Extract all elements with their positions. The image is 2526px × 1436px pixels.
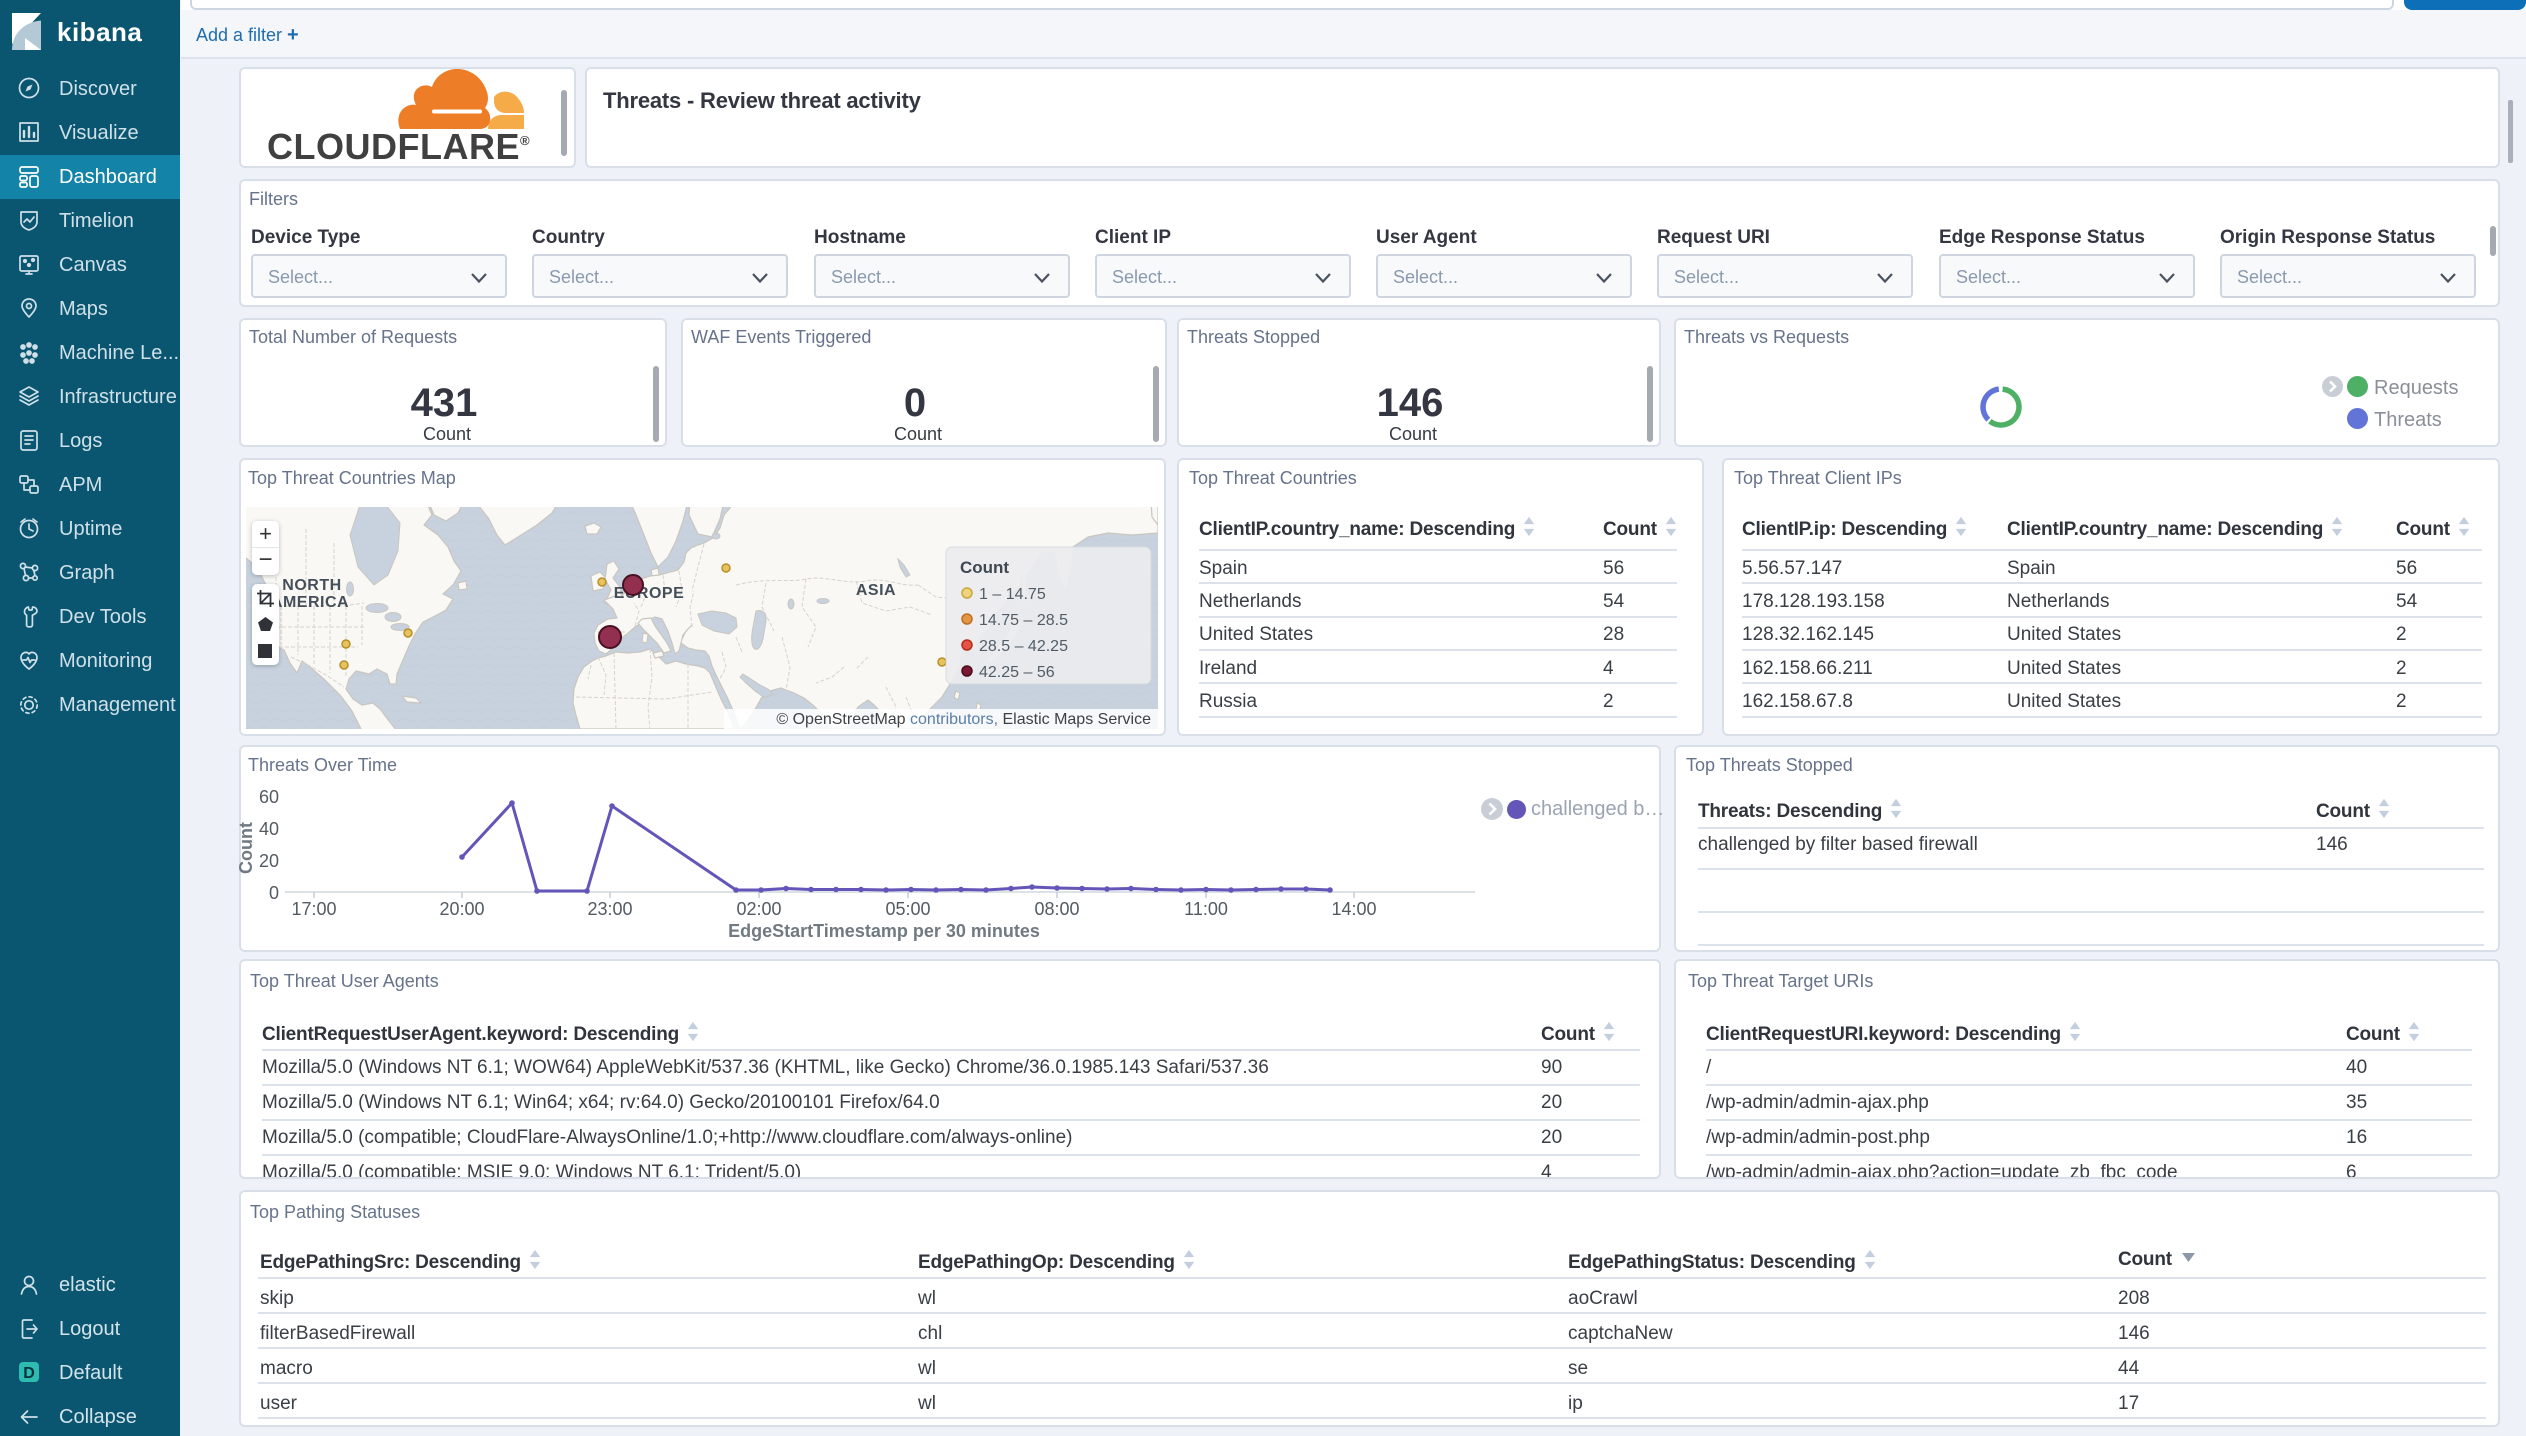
svg-text:42.25 – 56: 42.25 – 56 — [979, 664, 1055, 681]
svg-text:40: 40 — [259, 819, 279, 839]
svg-text:28.5 – 42.25: 28.5 – 42.25 — [979, 638, 1068, 655]
svg-text:17:00: 17:00 — [291, 899, 336, 919]
svg-text:© OpenStreetMap contributors,: © OpenStreetMap contributors, Elastic Ma… — [776, 711, 1151, 728]
svg-text:1 – 14.75: 1 – 14.75 — [979, 586, 1046, 603]
svg-text:11:00: 11:00 — [1184, 899, 1228, 919]
svg-text:NORTH: NORTH — [282, 577, 341, 594]
svg-text:05:00: 05:00 — [885, 899, 930, 919]
svg-text:ASIA: ASIA — [856, 582, 896, 599]
svg-text:EdgeStartTimestamp per 30 minu: EdgeStartTimestamp per 30 minutes — [728, 921, 1040, 941]
svg-text:Count: Count — [960, 558, 1009, 577]
svg-text:23:00: 23:00 — [587, 899, 632, 919]
svg-text:0: 0 — [269, 883, 279, 903]
svg-text:60: 60 — [259, 787, 279, 807]
svg-text:14:00: 14:00 — [1331, 899, 1376, 919]
svg-text:20:00: 20:00 — [439, 899, 484, 919]
svg-text:02:00: 02:00 — [736, 899, 781, 919]
svg-text:Count: Count — [239, 822, 256, 874]
svg-text:D: D — [23, 1365, 35, 1382]
svg-text:14.75 – 28.5: 14.75 – 28.5 — [979, 612, 1068, 629]
svg-text:AMERICA: AMERICA — [271, 594, 349, 611]
svg-text:08:00: 08:00 — [1034, 899, 1079, 919]
svg-text:20: 20 — [259, 851, 279, 871]
